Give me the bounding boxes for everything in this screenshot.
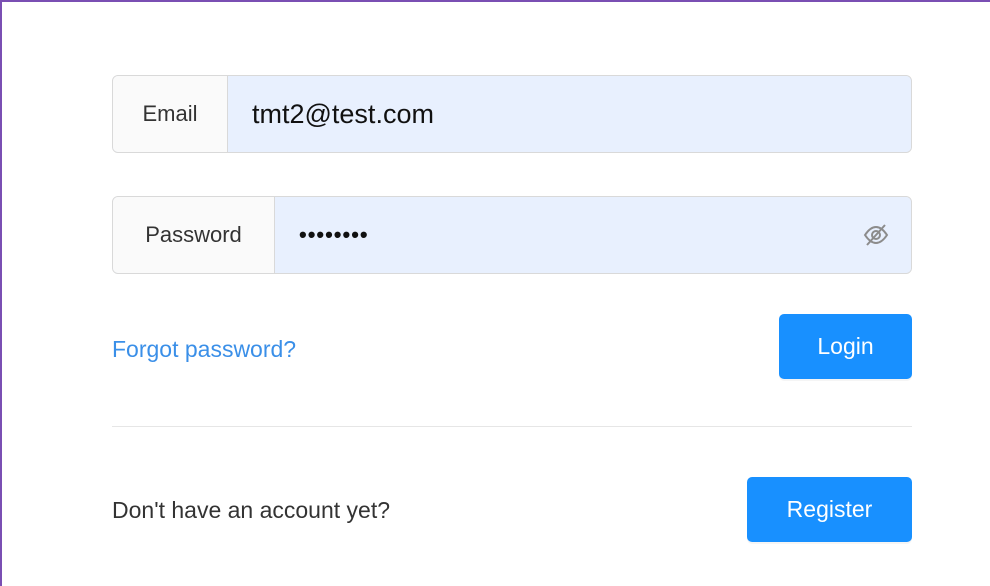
email-input-group: Email — [112, 75, 912, 153]
eye-invisible-icon-graphic — [863, 224, 889, 246]
login-panel: Email Password Forgot password? Login Do… — [0, 0, 990, 586]
login-button[interactable]: Login — [779, 314, 912, 379]
email-field[interactable] — [228, 76, 911, 152]
forgot-password-link[interactable]: Forgot password? — [112, 336, 296, 363]
password-label: Password — [113, 197, 275, 273]
divider — [112, 426, 912, 427]
register-prompt: Don't have an account yet? — [112, 497, 391, 523]
email-label: Email — [113, 76, 228, 152]
eye-invisible-icon[interactable] — [841, 197, 911, 273]
password-input-group: Password — [112, 196, 912, 274]
register-button[interactable]: Register — [747, 477, 912, 542]
password-field[interactable] — [275, 197, 841, 273]
